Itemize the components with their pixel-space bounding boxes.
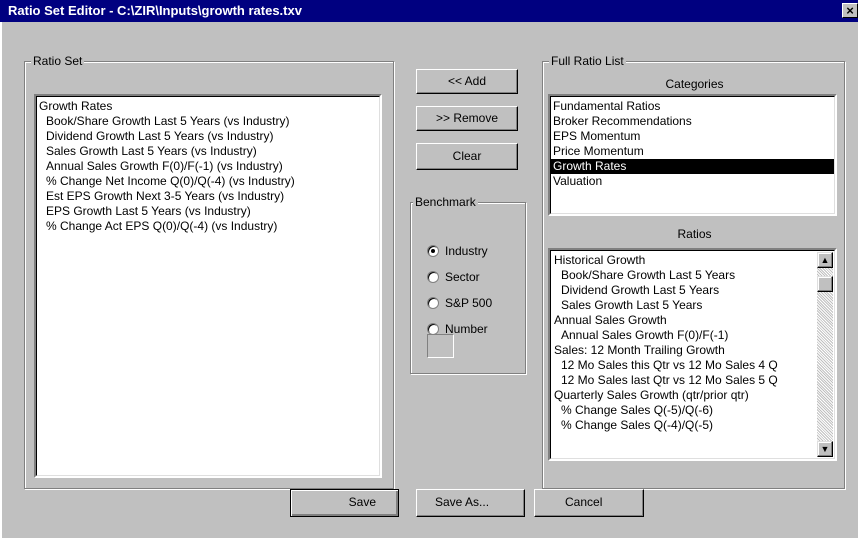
close-icon: × bbox=[846, 3, 854, 18]
scroll-down-icon: ▼ bbox=[820, 444, 830, 454]
category-item[interactable]: Fundamental Ratios bbox=[551, 99, 834, 114]
scroll-up-icon: ▲ bbox=[820, 255, 830, 265]
save-as-button[interactable]: Save As... bbox=[416, 489, 525, 517]
benchmark-option-label: Sector bbox=[445, 270, 480, 284]
scroll-down-button[interactable]: ▼ bbox=[817, 441, 833, 457]
ratio-set-item[interactable]: % Change Net Income Q(0)/Q(-4) (vs Indus… bbox=[37, 174, 379, 189]
ratio-item[interactable]: Quarterly Sales Growth (qtr/prior qtr) bbox=[552, 388, 816, 403]
dialog-body: Ratio Set Growth Rates Book/Share Growth … bbox=[0, 22, 858, 538]
ratio-set-item[interactable]: Dividend Growth Last 5 Years (vs Industr… bbox=[37, 129, 379, 144]
full-ratio-list-group: Full Ratio List Categories Fundamental R… bbox=[542, 54, 845, 489]
ratio-set-legend: Ratio Set bbox=[31, 54, 85, 68]
benchmark-option[interactable]: Industry bbox=[427, 243, 488, 259]
ratio-set-item[interactable]: % Change Act EPS Q(0)/Q(-4) (vs Industry… bbox=[37, 219, 379, 234]
benchmark-option-label: Industry bbox=[445, 244, 488, 258]
close-button[interactable]: × bbox=[842, 3, 858, 18]
add-button-label: << Add bbox=[447, 74, 487, 88]
ratio-set-item[interactable]: EPS Growth Last 5 Years (vs Industry) bbox=[37, 204, 379, 219]
ratio-set-group: Ratio Set Growth Rates Book/Share Growth … bbox=[24, 54, 394, 489]
ratio-item[interactable]: Sales Growth Last 5 Years bbox=[552, 298, 816, 313]
ratio-set-listbox[interactable]: Growth Rates Book/Share Growth Last 5 Yea… bbox=[34, 94, 382, 478]
ratio-item[interactable]: Historical Growth bbox=[552, 253, 816, 268]
category-item[interactable]: Broker Recommendations bbox=[551, 114, 834, 129]
category-item[interactable]: Valuation bbox=[551, 174, 834, 189]
ratio-item[interactable]: Annual Sales Growth bbox=[552, 313, 816, 328]
window-title: Ratio Set Editor - C:\ZIR\Inputs\growth … bbox=[8, 3, 302, 18]
save-as-button-label: Save As... bbox=[435, 495, 490, 509]
radio-icon[interactable] bbox=[427, 270, 439, 283]
scroll-thumb[interactable] bbox=[817, 276, 833, 292]
benchmark-number-field[interactable] bbox=[427, 334, 454, 358]
category-item[interactable]: EPS Momentum bbox=[551, 129, 834, 144]
category-item[interactable]: Price Momentum bbox=[551, 144, 834, 159]
ratio-item[interactable]: Book/Share Growth Last 5 Years bbox=[552, 268, 816, 283]
ratio-item[interactable]: Dividend Growth Last 5 Years bbox=[552, 283, 816, 298]
ratios-listbox[interactable]: Historical Growth Book/Share Growth Last … bbox=[548, 248, 837, 461]
benchmark-legend: Benchmark bbox=[413, 195, 478, 209]
ratio-set-item[interactable]: Sales Growth Last 5 Years (vs Industry) bbox=[37, 144, 379, 159]
ratio-item[interactable]: Sales: 12 Month Trailing Growth bbox=[552, 343, 816, 358]
category-item[interactable]: Growth Rates bbox=[551, 159, 834, 174]
ratio-item[interactable]: % Change Sales Q(-4)/Q(-5) bbox=[552, 418, 816, 433]
clear-button-label: Clear bbox=[452, 149, 482, 163]
benchmark-option-label: S&P 500 bbox=[445, 296, 493, 310]
ratio-set-item[interactable]: Est EPS Growth Next 3-5 Years (vs Indust… bbox=[37, 189, 379, 204]
categories-label: Categories bbox=[665, 77, 724, 91]
save-button[interactable]: Save bbox=[290, 489, 399, 517]
scroll-up-button[interactable]: ▲ bbox=[817, 252, 833, 268]
ratio-item[interactable]: 12 Mo Sales last Qtr vs 12 Mo Sales 5 Q bbox=[552, 373, 816, 388]
cancel-button[interactable]: Cancel bbox=[534, 489, 644, 517]
clear-button[interactable]: Clear bbox=[416, 143, 518, 170]
remove-button[interactable]: >> Remove bbox=[416, 106, 518, 131]
save-button-label: Save bbox=[348, 495, 376, 509]
radio-icon[interactable] bbox=[427, 296, 439, 309]
ratios-label: Ratios bbox=[677, 227, 712, 241]
title-bar: Ratio Set Editor - C:\ZIR\Inputs\growth … bbox=[0, 0, 858, 22]
categories-listbox[interactable]: Fundamental Ratios Broker Recommendations… bbox=[548, 94, 837, 216]
ratio-set-item[interactable]: Growth Rates bbox=[37, 99, 379, 114]
ratio-set-item[interactable]: Book/Share Growth Last 5 Years (vs Indus… bbox=[37, 114, 379, 129]
ratio-item[interactable]: 12 Mo Sales this Qtr vs 12 Mo Sales 4 Q bbox=[552, 358, 816, 373]
ratio-set-item[interactable]: Annual Sales Growth F(0)/F(-1) (vs Indus… bbox=[37, 159, 379, 174]
benchmark-option[interactable]: S&P 500 bbox=[427, 295, 492, 311]
ratio-item[interactable]: Annual Sales Growth F(0)/F(-1) bbox=[552, 328, 816, 343]
full-ratio-list-legend: Full Ratio List bbox=[549, 54, 626, 68]
cancel-button-label: Cancel bbox=[565, 495, 603, 509]
remove-button-label: >> Remove bbox=[435, 111, 499, 125]
benchmark-group: Benchmark Industry Sector S&P 500 Number bbox=[410, 195, 526, 374]
benchmark-option[interactable]: Sector bbox=[427, 269, 480, 285]
ratio-item[interactable]: % Change Sales Q(-5)/Q(-6) bbox=[552, 403, 816, 418]
radio-icon[interactable] bbox=[427, 244, 439, 257]
add-button[interactable]: << Add bbox=[416, 69, 518, 94]
